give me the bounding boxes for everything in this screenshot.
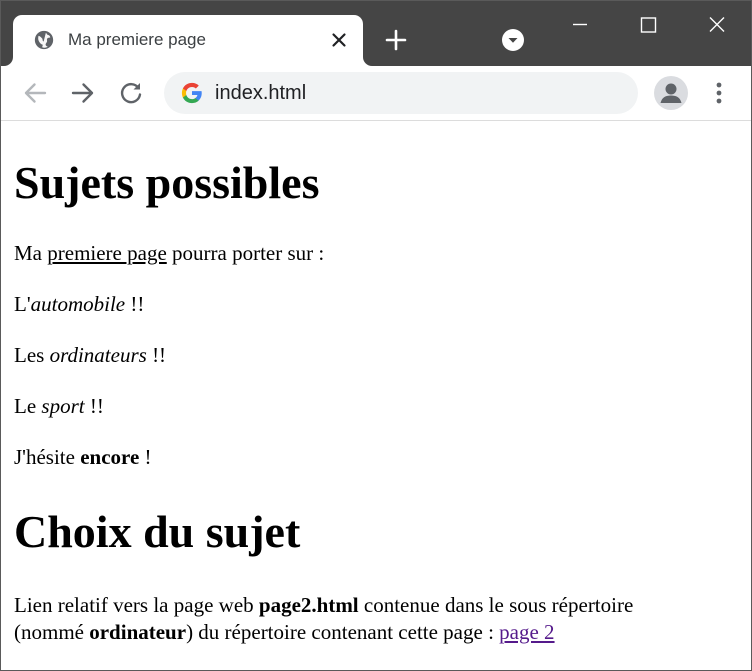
arrow-left-icon[interactable] [21,79,49,107]
topic-sport: Le sport !! [14,393,104,420]
arrow-right-icon[interactable] [69,79,97,107]
choice-filename: page2.html [258,593,359,617]
topic3-before: Le [14,394,42,418]
choice-line1-before: Lien relatif vers la page web [14,593,259,617]
tab-title: Ma premiere page [68,30,206,49]
toolbar: index.html [1,66,751,121]
topic-ordinateurs: Les ordinateurs !! [14,342,166,369]
dropdown-icon[interactable] [501,28,525,52]
kebab-menu-icon[interactable] [707,79,731,107]
heading-sujets-possibles: Sujets possibles [14,157,320,208]
choice-line1-after: contenue dans le sous répertoire [358,593,634,617]
choice-paragraph-line1: Lien relatif vers la page web page2.html… [14,592,633,619]
choice-folder-name: ordinateur [89,620,187,644]
hesitation-strong: encore [80,445,140,469]
topic2-after: !! [146,343,167,367]
hesitation-before: J'hésite [14,445,81,469]
close-icon[interactable] [703,11,731,39]
browser-window: Ma premiere page index.html Sujets possi… [0,0,752,671]
topic1-before: L' [14,292,31,316]
maximize-icon[interactable] [634,11,662,39]
url-text: index.html [215,82,307,104]
tab-active[interactable]: Ma premiere page [13,15,363,66]
google-icon [181,82,202,104]
minimize-icon[interactable] [566,11,594,39]
heading-choix-du-sujet: Choix du sujet [14,506,301,557]
intro-text-after: pourra porter sur : [166,241,325,265]
page2-link[interactable]: page 2 [499,620,554,644]
topic3-after: !! [84,394,104,418]
title-bar: Ma premiere page [1,1,751,66]
topic3-emphasis: sport [41,394,85,418]
reload-icon[interactable] [117,79,145,107]
topic1-emphasis: automobile [30,292,126,316]
choice-line2-after: ) du répertoire contenant cette page : [186,620,500,644]
hesitation-paragraph: J'hésite encore ! [14,444,152,471]
person-icon [660,83,682,103]
address-bar[interactable]: index.html [164,72,638,114]
intro-paragraph: Ma premiere page pourra porter sur : [14,240,324,267]
topic-automobile: L'automobile !! [14,291,144,318]
globe-icon [34,30,54,50]
page-content: Sujets possibles Ma premiere page pourra… [2,122,751,670]
choice-paragraph-line2: (nommé ordinateur) du répertoire contena… [14,619,555,646]
hesitation-after: ! [139,445,152,469]
plus-icon[interactable] [384,28,408,52]
close-icon[interactable] [329,30,349,50]
topic2-before: Les [14,343,50,367]
topic1-after: !! [125,292,145,316]
topic2-emphasis: ordinateurs [49,343,147,367]
intro-text-before: Ma [14,241,48,265]
underlined-text: premiere page [47,241,167,265]
choice-line2-before: (nommé [14,620,90,644]
profile-button[interactable] [654,76,688,110]
